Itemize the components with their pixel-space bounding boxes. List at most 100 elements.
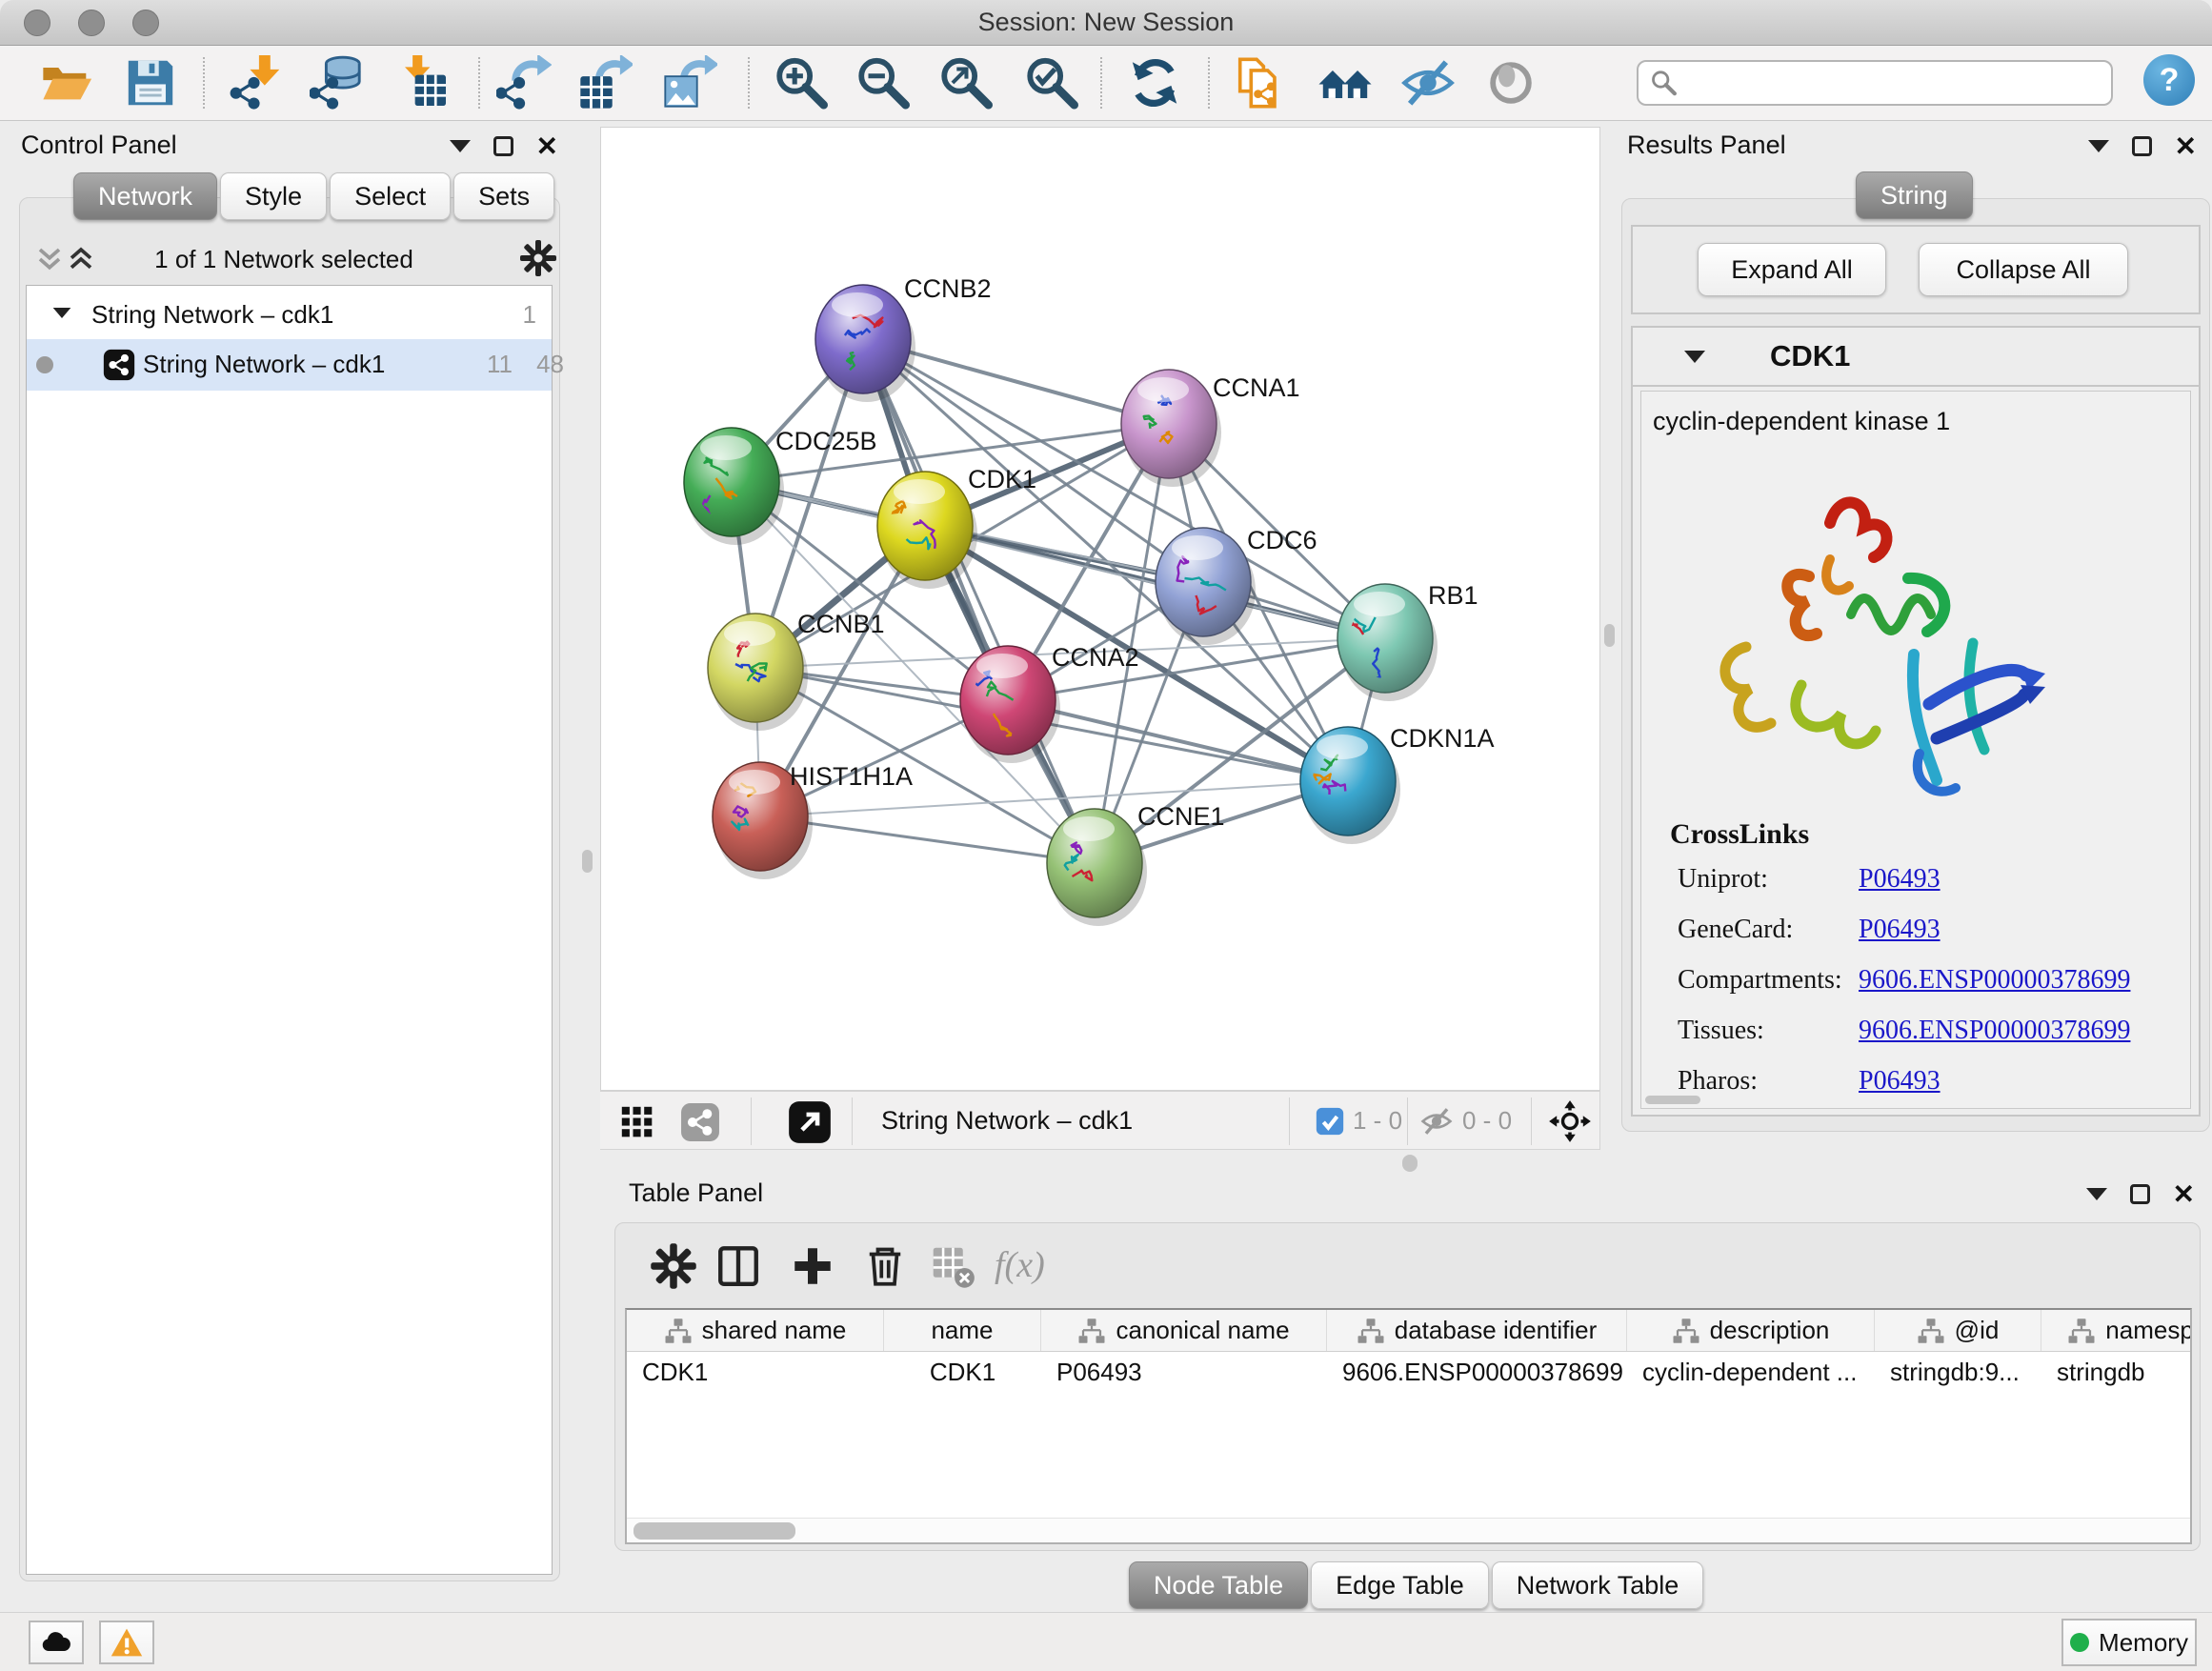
maximize-panel-icon[interactable] — [2132, 136, 2152, 156]
network-tree: String Network – cdk1 1 String Network –… — [26, 285, 553, 1575]
zoom-in-icon[interactable] — [773, 55, 828, 111]
tab-string[interactable]: String — [1856, 171, 1973, 219]
close-panel-icon[interactable]: ✕ — [536, 136, 558, 156]
crosslink-link[interactable]: P06493 — [1859, 1066, 1941, 1097]
fit-crosshair-icon[interactable] — [1548, 1099, 1592, 1143]
import-network-icon[interactable] — [230, 55, 285, 111]
float-panel-icon[interactable] — [2088, 140, 2109, 152]
tab-style[interactable]: Style — [220, 172, 327, 220]
float-panel-icon[interactable] — [2086, 1188, 2107, 1200]
zoom-out-icon[interactable] — [855, 55, 910, 111]
close-panel-icon[interactable]: ✕ — [2175, 136, 2197, 156]
crosslink-link[interactable]: 9606.ENSP00000378699 — [1859, 1016, 2130, 1046]
share-network-icon[interactable] — [680, 1102, 720, 1142]
refresh-icon[interactable] — [1127, 55, 1182, 111]
collapse-section-icon[interactable] — [1684, 351, 1705, 363]
network-node-CDKN1A[interactable]: CDKN1A — [1300, 724, 1495, 844]
expand-all-icon[interactable] — [67, 245, 95, 273]
network-collection-row[interactable]: String Network – cdk1 1 — [27, 292, 552, 339]
table-cell: cyclin-dependent ... — [1627, 1358, 1875, 1387]
import-table-icon[interactable] — [395, 55, 451, 111]
import-network-database-icon[interactable] — [310, 55, 365, 111]
network-row-selected[interactable]: String Network – cdk1 11 48 — [27, 339, 552, 391]
network-node-CCNA2[interactable]: CCNA2 — [960, 643, 1139, 763]
tab-node-table[interactable]: Node Table — [1129, 1561, 1308, 1609]
crosslink-link[interactable]: P06493 — [1859, 864, 1941, 895]
cloud-button[interactable] — [29, 1621, 84, 1664]
open-session-icon[interactable] — [39, 55, 94, 111]
function-builder-icon: f(x) — [995, 1244, 1045, 1286]
save-session-icon[interactable] — [123, 55, 178, 111]
network-options-gear-icon[interactable] — [519, 239, 557, 277]
gene-section-header[interactable]: CDK1 — [1633, 328, 2199, 387]
help-icon[interactable]: ? — [2143, 54, 2195, 106]
crosslink-row: Pharos:P06493 — [1641, 1066, 2190, 1117]
network-node-CDC25B[interactable]: CDC25B — [684, 427, 877, 545]
horizontal-scrollbar[interactable] — [627, 1518, 2190, 1542]
right-splitter-handle[interactable] — [1604, 624, 1615, 647]
network-view-title: String Network – cdk1 — [881, 1106, 1133, 1136]
column-header-canonical-name[interactable]: canonical name — [1041, 1310, 1327, 1351]
crosslink-link[interactable]: P06493 — [1859, 915, 1941, 945]
network-node-HIST1H1A[interactable]: HIST1H1A — [713, 762, 913, 879]
export-network-icon[interactable] — [496, 55, 552, 111]
show-view-icon[interactable] — [1483, 55, 1538, 111]
maximize-panel-icon[interactable] — [2130, 1184, 2150, 1204]
network-node-label: CDK1 — [968, 465, 1036, 493]
collapse-collection-icon[interactable] — [53, 308, 71, 318]
table-row[interactable]: CDK1CDK1P064939606.ENSP00000378699cyclin… — [627, 1352, 2190, 1392]
collapse-all-button[interactable]: Collapse All — [1919, 243, 2128, 296]
hide-selected-icon[interactable] — [1400, 55, 1456, 111]
search-input[interactable] — [1684, 70, 2100, 97]
status-bar: Memory — [0, 1612, 2212, 1671]
zoom-selected-icon[interactable] — [1023, 55, 1078, 111]
network-node-CCNE1[interactable]: CCNE1 — [1047, 802, 1225, 926]
column-header-database-identifier[interactable]: database identifier — [1327, 1310, 1627, 1351]
network-node-CDK1[interactable]: CDK1 — [877, 465, 1036, 589]
maximize-panel-icon[interactable] — [493, 136, 513, 156]
crosslink-link[interactable]: 9606.ENSP00000378699 — [1859, 965, 2130, 996]
collapse-all-icon[interactable] — [35, 245, 64, 273]
column-header-label: description — [1710, 1316, 1830, 1345]
delete-column-icon[interactable] — [861, 1242, 909, 1290]
close-panel-icon[interactable]: ✕ — [2173, 1184, 2195, 1204]
main-toolbar: ? — [0, 46, 2212, 121]
tab-network-table[interactable]: Network Table — [1492, 1561, 1704, 1609]
column-header-namespace[interactable]: namespace — [2041, 1310, 2192, 1351]
shared-column-icon — [664, 1317, 693, 1345]
network-node-label: CCNE1 — [1137, 802, 1225, 831]
column-header-label: shared name — [702, 1316, 847, 1345]
thumbnail-grid-icon[interactable] — [620, 1105, 654, 1139]
tab-edge-table[interactable]: Edge Table — [1311, 1561, 1489, 1609]
warnings-button[interactable] — [99, 1621, 154, 1664]
network-node-CCNB1[interactable]: CCNB1 — [708, 610, 885, 731]
show-columns-icon[interactable] — [714, 1242, 762, 1290]
tab-sets[interactable]: Sets — [453, 172, 554, 220]
export-table-icon[interactable] — [577, 55, 633, 111]
export-image-icon[interactable] — [662, 55, 717, 111]
copy-view-icon[interactable] — [1232, 55, 1287, 111]
add-column-icon[interactable] — [789, 1242, 836, 1290]
expand-all-button[interactable]: Expand All — [1698, 243, 1886, 296]
network-node-CCNB2[interactable]: CCNB2 — [815, 274, 992, 402]
column-header-name[interactable]: name — [884, 1310, 1041, 1351]
column-header-@id[interactable]: @id — [1875, 1310, 2041, 1351]
string-home-icon[interactable] — [1317, 55, 1373, 111]
left-splitter-handle[interactable] — [582, 850, 593, 873]
tab-select[interactable]: Select — [330, 172, 451, 220]
tab-network[interactable]: Network — [73, 172, 217, 220]
collection-label: String Network – cdk1 — [91, 300, 333, 330]
results-scrollbar-thumb[interactable] — [1645, 1096, 1700, 1104]
selected-checkbox-icon[interactable] — [1316, 1107, 1344, 1136]
birdseye-launch-icon[interactable] — [788, 1100, 832, 1144]
column-header-description[interactable]: description — [1627, 1310, 1875, 1351]
table-settings-gear-icon[interactable] — [650, 1242, 697, 1290]
zoom-fit-icon[interactable] — [937, 55, 993, 111]
network-node-CCNA1[interactable]: CCNA1 — [1121, 370, 1300, 487]
network-node-RB1[interactable]: RB1 — [1337, 581, 1478, 701]
scrollbar-thumb[interactable] — [633, 1522, 795, 1540]
column-header-shared-name[interactable]: shared name — [627, 1310, 884, 1351]
memory-button[interactable]: Memory — [2061, 1619, 2197, 1666]
float-panel-icon[interactable] — [450, 140, 471, 152]
network-view-canvas[interactable]: CCNB2CCNA1CDC25BCDK1CDC6RB1CCNB1CCNA2CDK… — [600, 127, 1600, 1091]
